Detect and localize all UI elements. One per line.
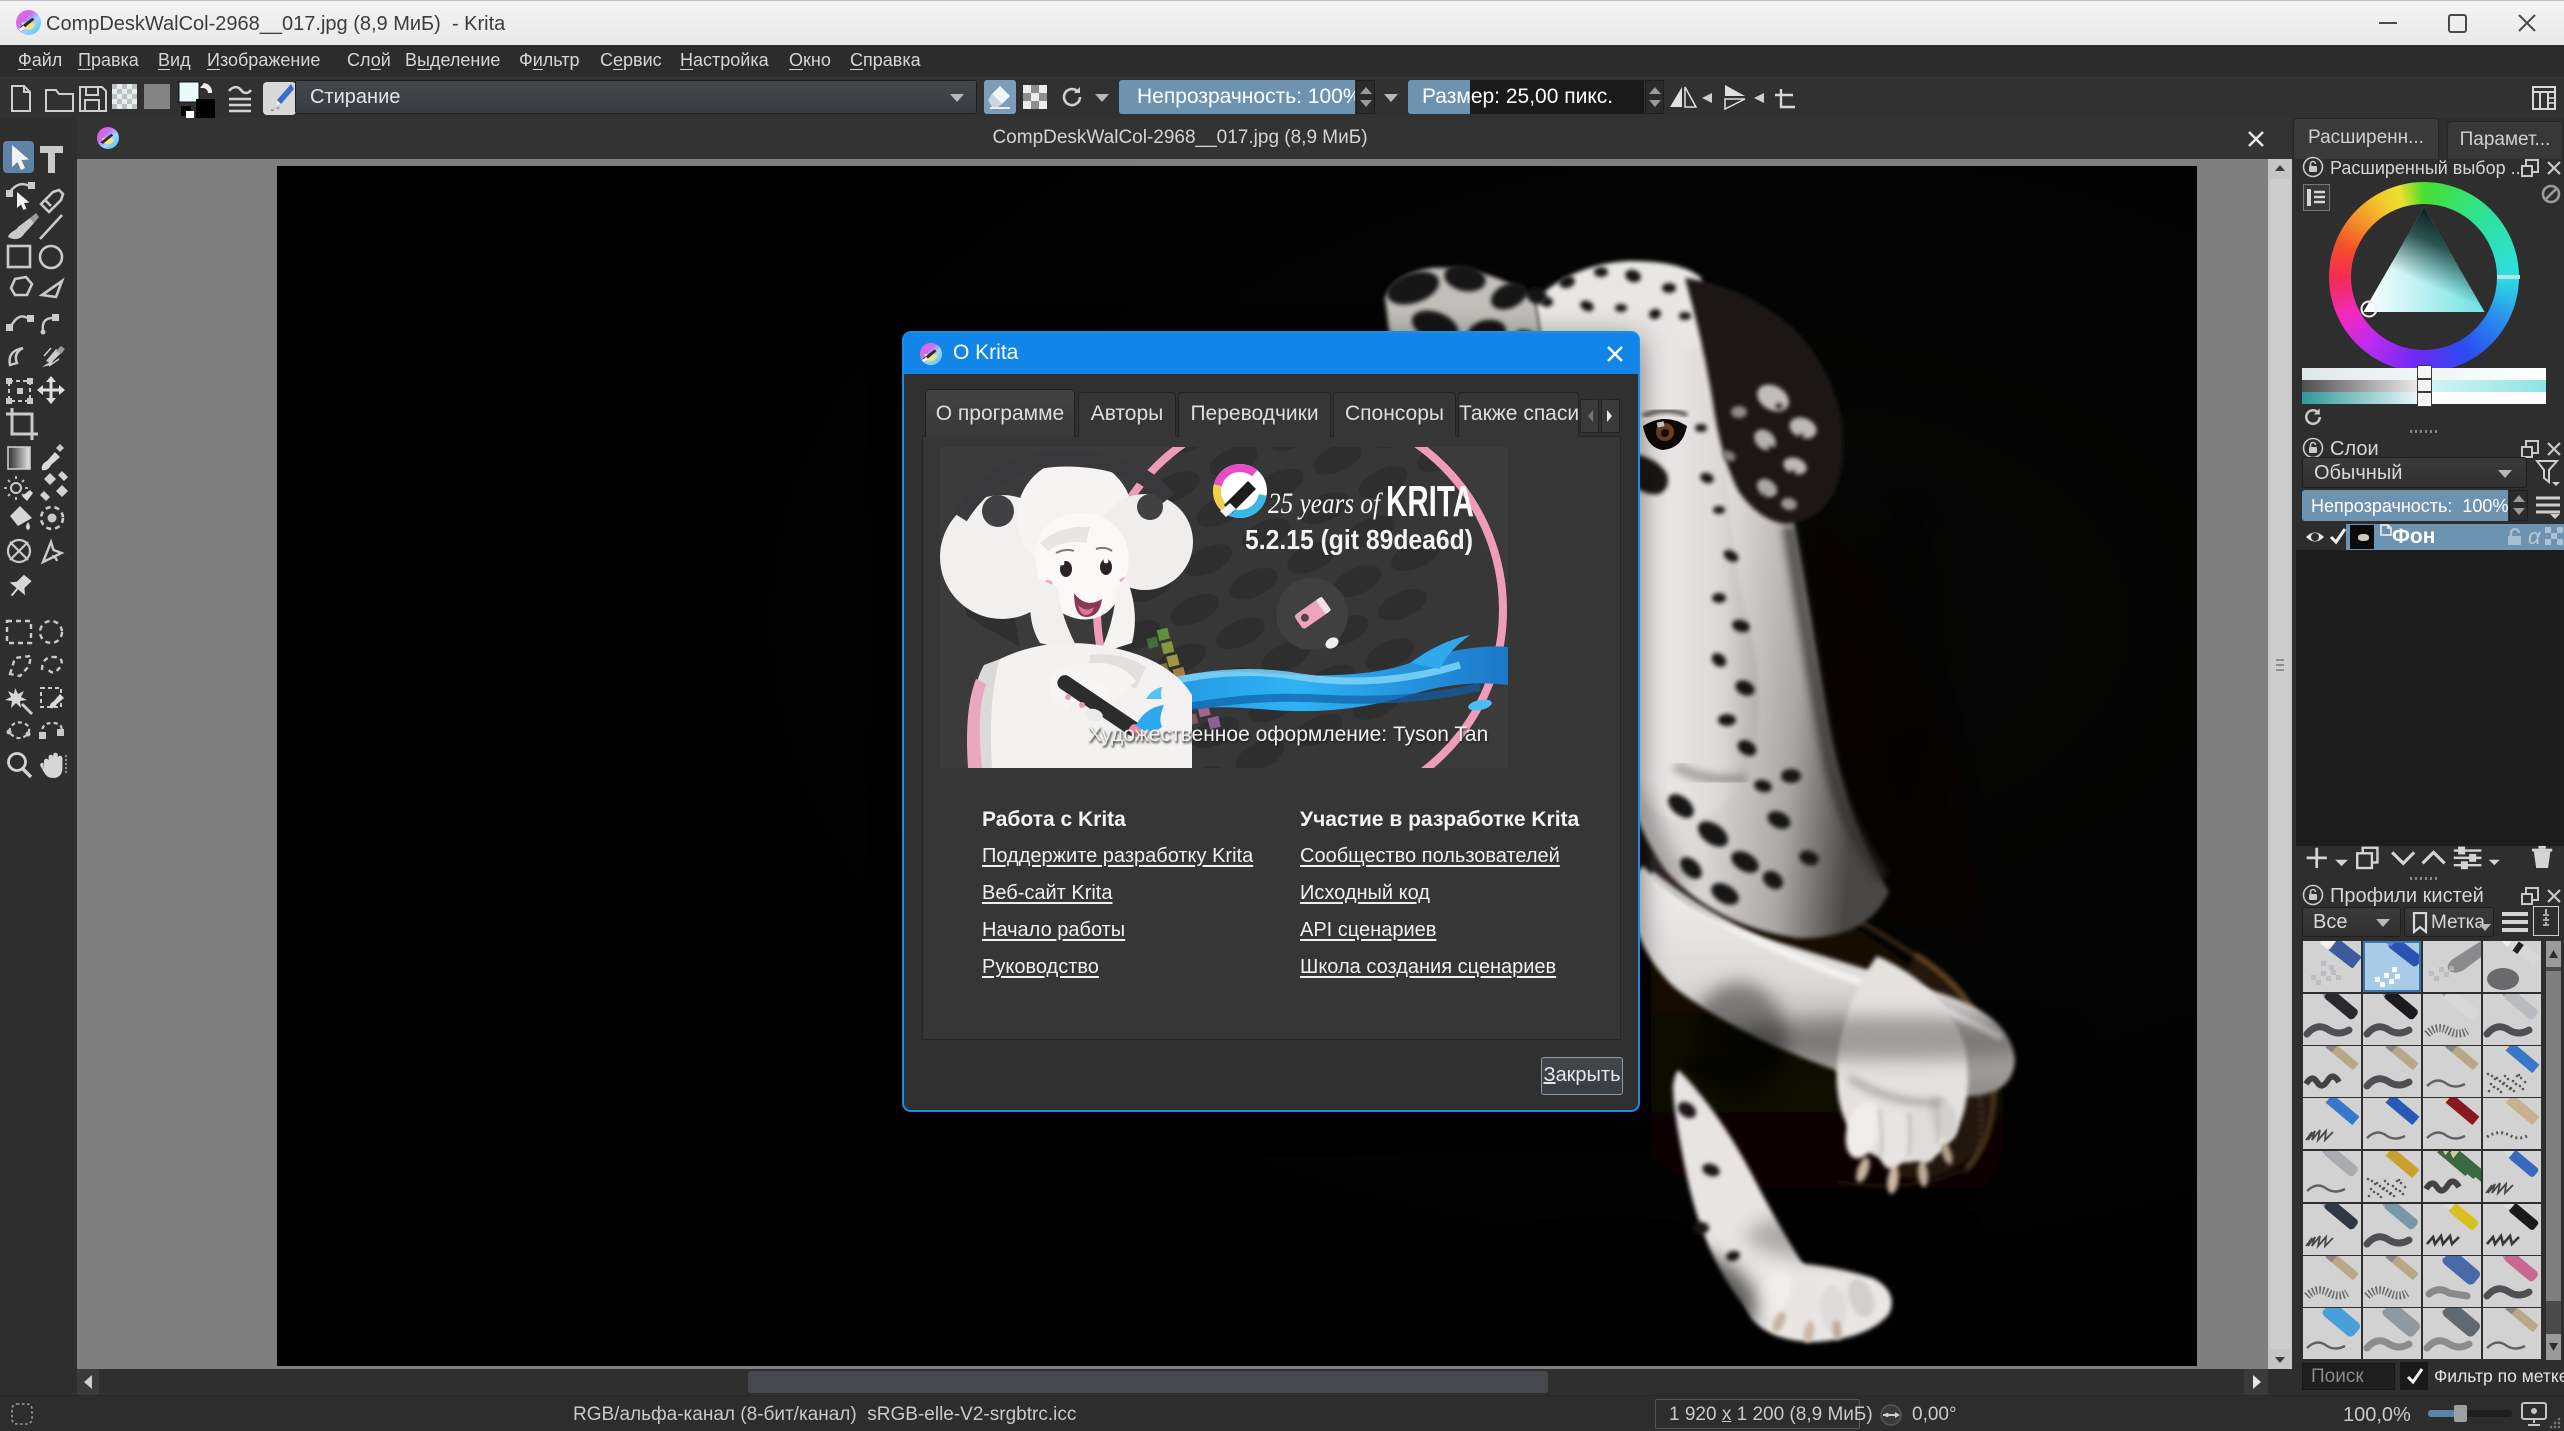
svg-text:Художественное оформление: Tys: Художественное оформление: Tyson Tan [1088, 723, 1489, 746]
svg-text:5.2.15 (git 89dea6d): 5.2.15 (git 89dea6d) [1245, 524, 1473, 555]
svg-text:KRITA: KRITA [1386, 477, 1474, 526]
svg-text:25 years of: 25 years of [1268, 487, 1383, 520]
